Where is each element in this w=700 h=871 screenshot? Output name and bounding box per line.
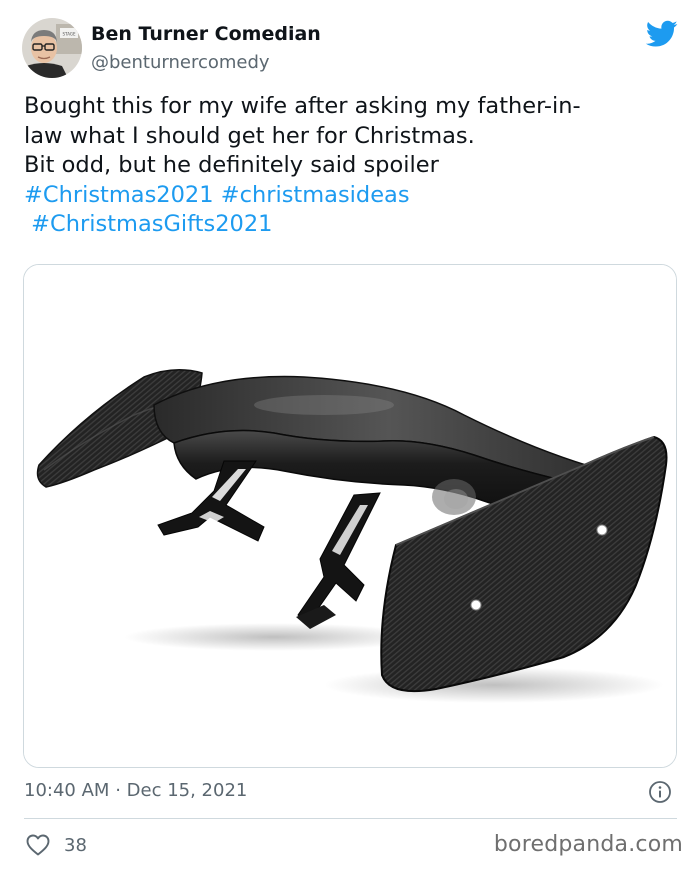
spoiler-image (24, 265, 676, 767)
avatar[interactable]: STAGE (22, 18, 82, 78)
twitter-bird-icon[interactable] (646, 20, 678, 48)
tweet-line-2: law what I should get her for Christmas. (24, 122, 475, 149)
tweet-text: Bought this for my wife after asking my … (24, 92, 680, 240)
info-icon[interactable] (648, 780, 672, 804)
heart-icon (26, 834, 50, 856)
like-count: 38 (64, 834, 87, 856)
tweet-line-1: Bought this for my wife after asking my … (24, 93, 581, 119)
hashtag-link[interactable]: #ChristmasGifts2021 (31, 211, 272, 237)
meta-separator: · (115, 780, 121, 801)
author-name[interactable]: Ben Turner Comedian (91, 23, 321, 45)
hashtag-line-2: #ChristmasGifts2021 (24, 210, 680, 240)
divider (24, 818, 677, 819)
tweet-date: Dec 15, 2021 (126, 780, 248, 801)
tweet-header: STAGE Ben Turner Comedian @benturnercome… (22, 18, 682, 82)
hashtag-link[interactable]: #christmasideas (221, 182, 410, 208)
tweet-media[interactable] (23, 264, 677, 768)
hashtag-line-1: #Christmas2021 #christmasideas (24, 181, 680, 211)
source-watermark: boredpanda.com (493, 832, 683, 857)
avatar-badge-text: STAGE (63, 32, 76, 37)
tweet-line-3: Bit odd, but he definitely said spoiler (24, 152, 439, 178)
author-handle[interactable]: @benturnercomedy (91, 52, 270, 73)
like-button[interactable]: 38 (26, 831, 87, 859)
hashtag-link[interactable]: #Christmas2021 (24, 182, 214, 208)
tweet-time: 10:40 AM (24, 780, 110, 801)
avatar-photo: STAGE (22, 18, 82, 78)
tweet-timestamp[interactable]: 10:40 AM · Dec 15, 2021 (24, 780, 247, 801)
